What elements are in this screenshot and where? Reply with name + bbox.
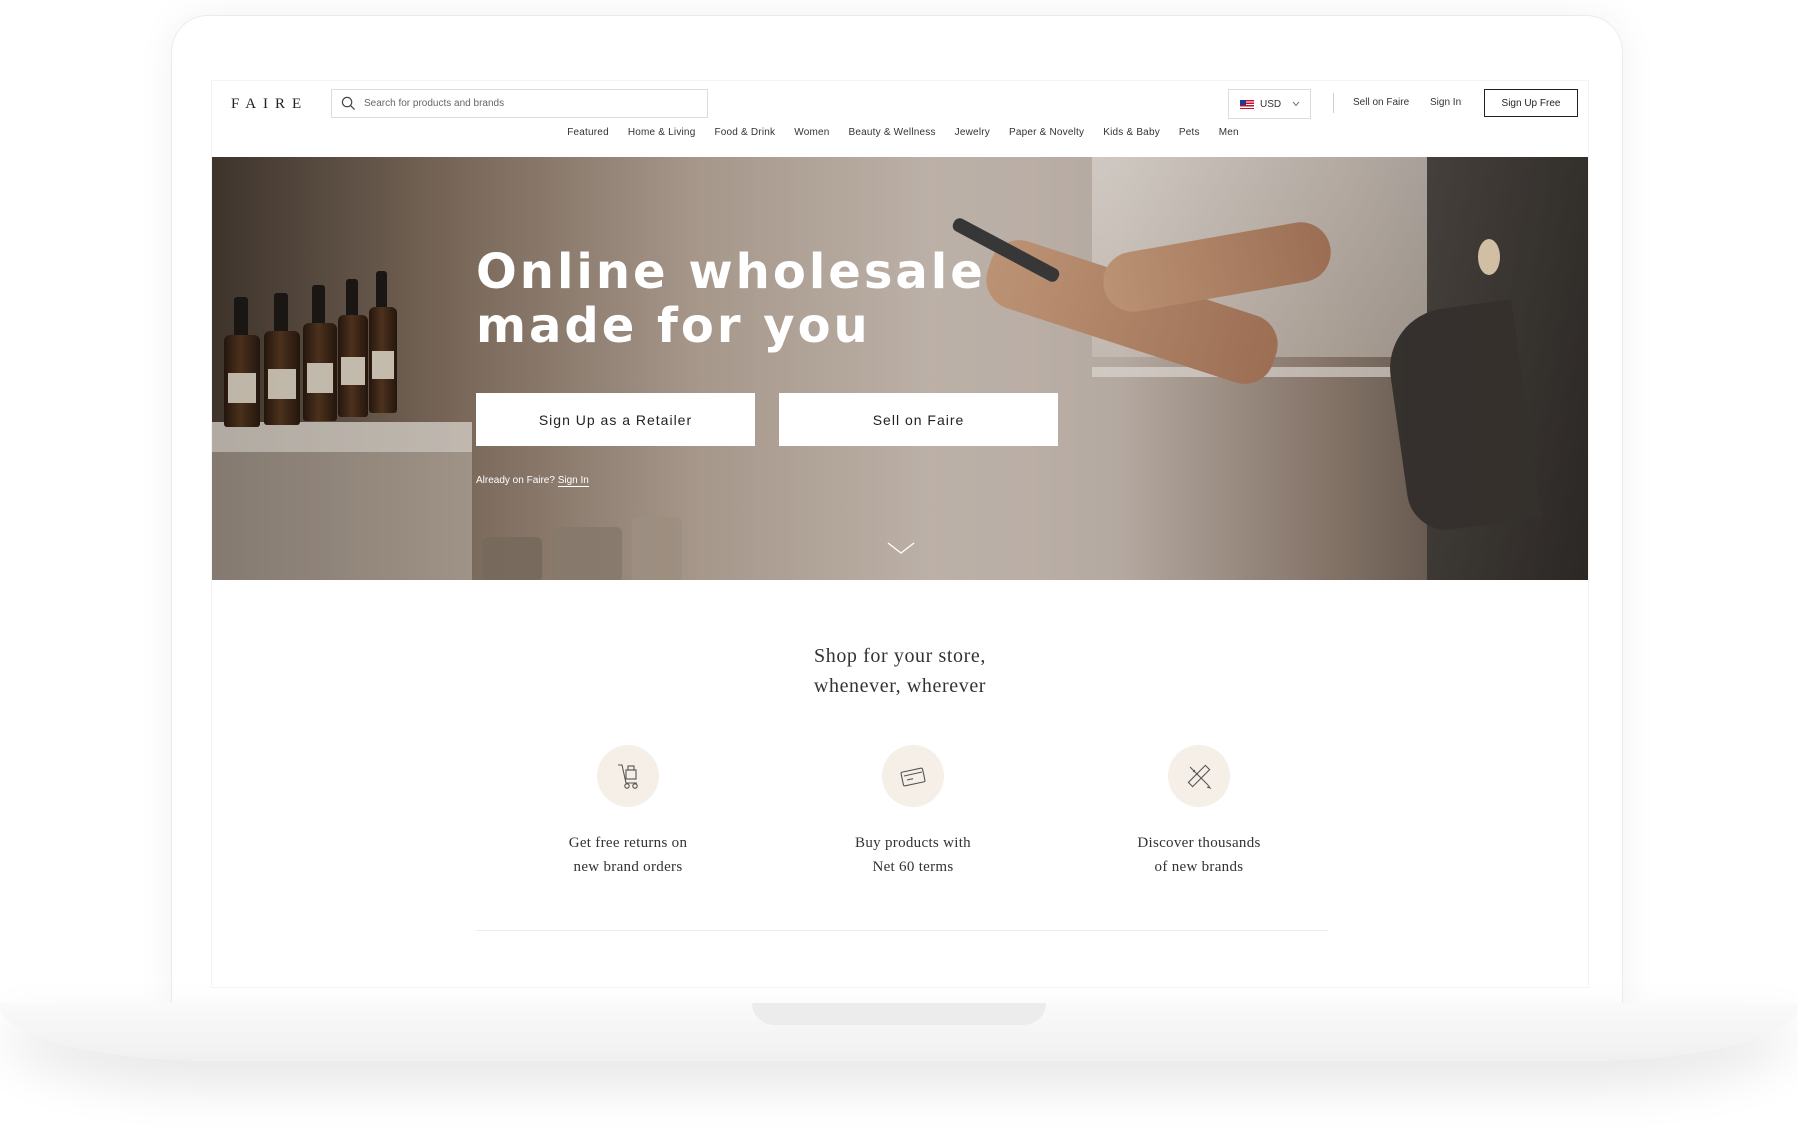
feature-discover-brands-line1: Discover thousands [1137,835,1261,851]
feature-net-60: Buy products with Net 60 terms [803,745,1023,879]
us-flag-icon [1240,99,1254,109]
currency-label: USD [1260,98,1282,110]
hero-banner: Online wholesale made for you Sign Up as… [212,157,1588,580]
feature-net-60-text: Buy products with Net 60 terms [803,831,1023,879]
scroll-down-chevron-icon[interactable] [886,541,916,555]
sign-up-free-button[interactable]: Sign Up Free [1484,89,1578,117]
feature-free-returns-text: Get free returns on new brand orders [518,831,738,879]
pen-ruler-icon [1168,745,1230,807]
section-divider [476,930,1328,931]
feature-net-60-line2: Net 60 terms [872,859,954,875]
feature-discover-brands-line2: of new brands [1154,859,1244,875]
search-input[interactable] [364,90,694,117]
sell-on-faire-button[interactable]: Sell on Faire [779,393,1058,446]
browser-screen: FAIRE USD Sell on Faire Sign In Sign Up … [211,80,1589,988]
nav-item-beauty-wellness[interactable]: Beauty & Wellness [849,127,936,138]
section-title-line1: Shop for your store, [814,645,986,667]
search-icon [341,96,356,111]
hero-title-line2: made for you [476,298,871,354]
already-on-faire: Already on Faire? Sign In [476,475,589,487]
nav-item-kids-baby[interactable]: Kids & Baby [1103,127,1160,138]
nav-item-jewelry[interactable]: Jewelry [955,127,990,138]
feature-free-returns-line1: Get free returns on [568,835,688,851]
feature-net-60-line1: Buy products with [855,835,971,851]
feature-discover-brands: Discover thousands of new brands [1089,745,1309,879]
nav-item-men[interactable]: Men [1219,127,1239,138]
already-on-faire-text: Already on Faire? [476,475,555,486]
hero-overlay [212,157,1588,580]
hero-title: Online wholesale made for you [476,245,1036,353]
nav-item-food-drink[interactable]: Food & Drink [714,127,775,138]
nav-item-women[interactable]: Women [794,127,829,138]
sign-in-link[interactable]: Sign In [1430,97,1461,108]
faire-logo[interactable]: FAIRE [231,96,308,113]
nav-item-featured[interactable]: Featured [567,127,609,138]
feature-free-returns-line2: new brand orders [573,859,683,875]
section-title-line2: whenever, wherever [813,675,987,697]
feature-discover-brands-text: Discover thousands of new brands [1089,831,1309,879]
nav-item-pets[interactable]: Pets [1179,127,1200,138]
chevron-down-icon [1292,101,1300,107]
hero-sign-in-link[interactable]: Sign In [557,475,589,487]
hand-truck-icon [597,745,659,807]
nav-item-home-living[interactable]: Home & Living [628,127,696,138]
credit-card-icon [882,745,944,807]
header-divider [1333,93,1334,113]
hero-title-line1: Online wholesale [476,244,986,300]
section-title: Shop for your store, whenever, wherever [212,641,1588,701]
currency-selector[interactable]: USD [1228,89,1311,119]
feature-free-returns: Get free returns on new brand orders [518,745,738,879]
category-nav: Featured Home & Living Food & Drink Wome… [212,120,1588,144]
sell-on-faire-link[interactable]: Sell on Faire [1353,97,1409,108]
laptop-notch [752,1003,1046,1025]
sign-up-retailer-button[interactable]: Sign Up as a Retailer [476,393,755,446]
nav-item-paper-novelty[interactable]: Paper & Novelty [1009,127,1084,138]
search-box[interactable] [331,89,708,118]
